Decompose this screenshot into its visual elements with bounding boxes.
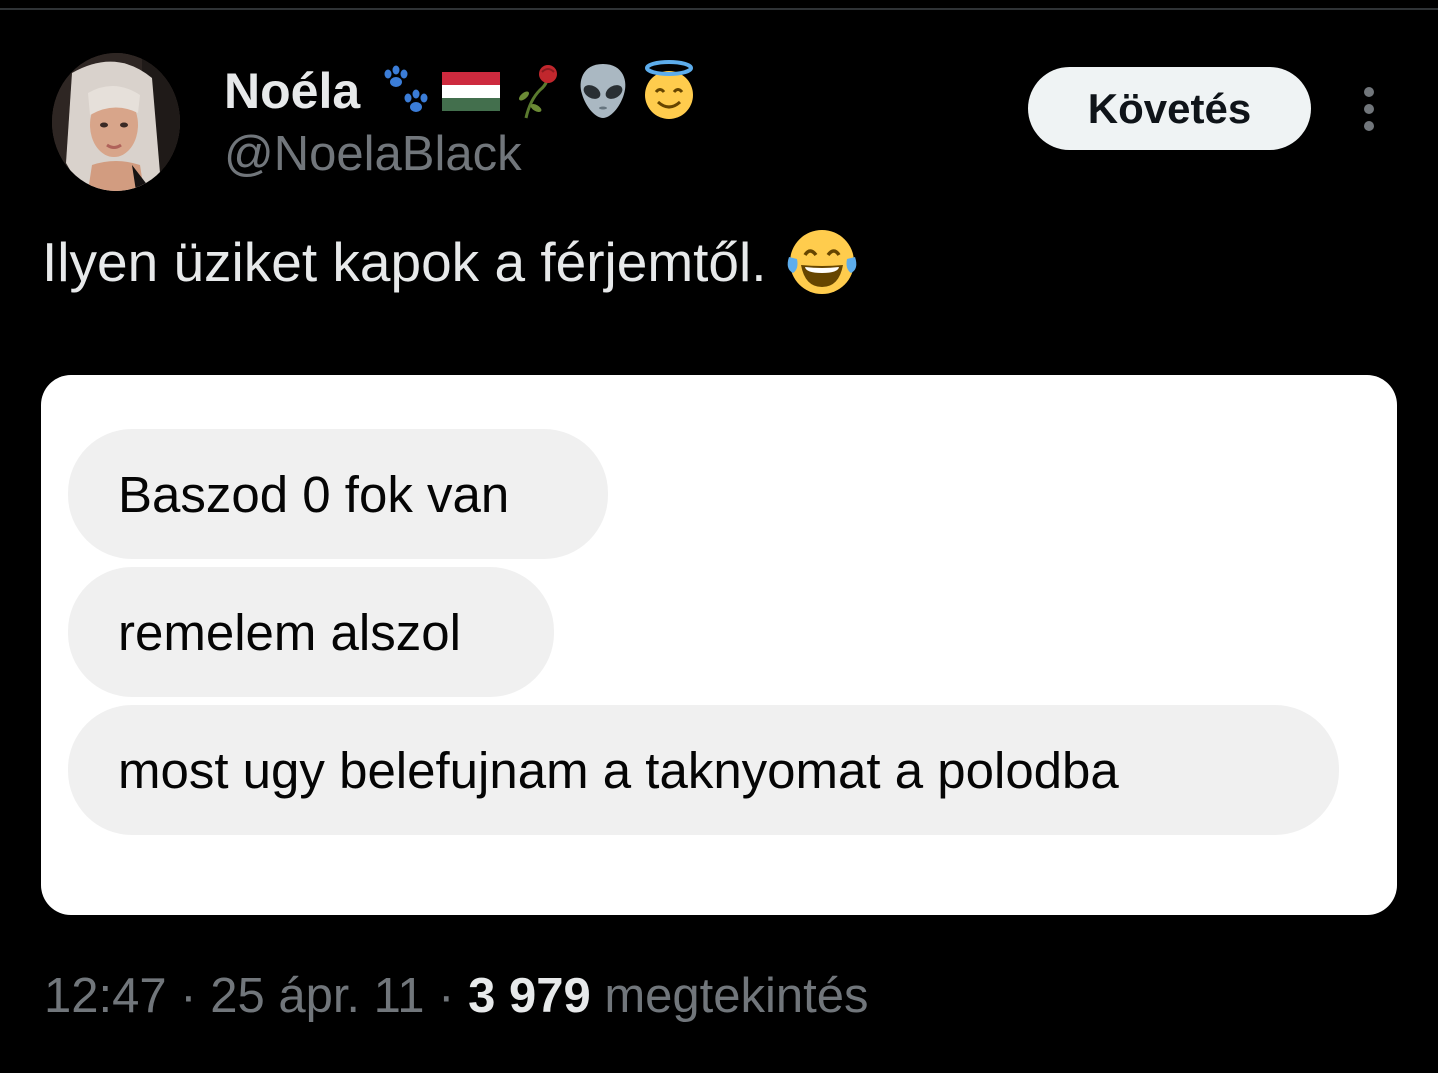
tweet-date[interactable]: 25 ápr. 11 xyxy=(210,969,424,1023)
more-options-button[interactable] xyxy=(1352,82,1386,138)
follow-button[interactable]: Követés xyxy=(1028,67,1311,150)
avatar[interactable] xyxy=(52,53,180,191)
smiling-face-with-halo-icon xyxy=(645,60,694,119)
display-name[interactable]: Noéla xyxy=(224,62,360,120)
message-bubble: remelem alszol xyxy=(68,567,554,697)
author-handle[interactable]: @NoelaBlack xyxy=(224,126,522,182)
view-count: 3 979 xyxy=(468,969,591,1023)
tweet-text-row: Ilyen üziket kapok a férjemtől. xyxy=(42,225,859,299)
hungary-flag-icon xyxy=(442,72,501,111)
face-with-tears-of-joy-icon xyxy=(787,230,856,294)
more-vertical-icon xyxy=(1364,87,1374,131)
tweet-meta: 12:47 · 25 ápr. 11 · 3 979 megtekintés xyxy=(44,968,869,1024)
meta-separator: · xyxy=(180,969,197,1023)
message-bubble: Baszod 0 fok van xyxy=(68,429,608,559)
attached-image[interactable]: Baszod 0 fok van remelem alszol most ugy… xyxy=(41,375,1397,915)
meta-separator: · xyxy=(438,969,455,1023)
name-emojis xyxy=(374,60,700,122)
wilted-rose-icon xyxy=(519,65,558,119)
display-name-row[interactable]: Noéla xyxy=(224,56,700,126)
tweet-time[interactable]: 12:47 xyxy=(44,969,167,1023)
alien-icon xyxy=(580,64,626,118)
paw-prints-icon xyxy=(384,65,428,112)
view-label: megtekintés xyxy=(604,969,869,1023)
top-divider xyxy=(0,8,1438,10)
message-bubble: most ugy belefujnam a taknyomat a polodb… xyxy=(68,705,1339,835)
tweet-text: Ilyen üziket kapok a férjemtől. xyxy=(42,231,767,293)
